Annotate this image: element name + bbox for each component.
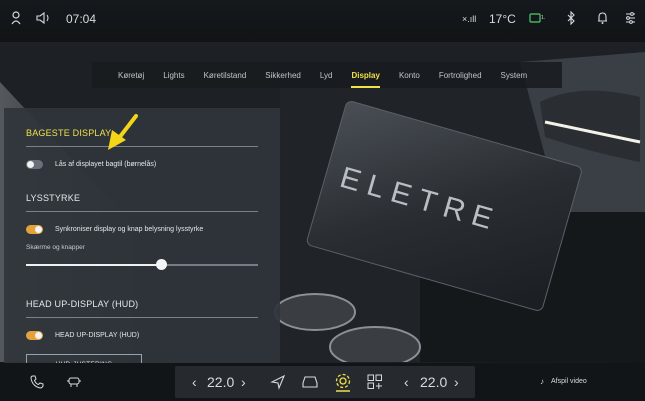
child-lock-toggle[interactable] [26,160,43,169]
toggle-knob [27,161,34,168]
settings-gear-icon[interactable] [334,373,352,398]
volume-icon[interactable] [36,11,52,25]
left-temp-up-icon[interactable]: › [241,374,246,390]
child-lock-row[interactable]: Lås af displayet bagtil (børnelås) [26,160,258,169]
temperature-readout: 17°C [489,12,516,26]
tab-konto[interactable]: Konto [399,71,420,80]
hud-row[interactable]: HEAD UP-DISPLAY (HUD) [26,331,258,340]
tab-lyd[interactable]: Lyd [320,71,333,80]
child-lock-label: Lås af displayet bagtil (børnelås) [55,161,157,168]
left-temperature: 22.0 [207,374,235,390]
person-icon[interactable] [11,11,21,25]
car-seat-icon[interactable] [66,375,82,394]
sync-brightness-toggle[interactable] [26,225,43,234]
toggle-knob [35,226,42,233]
section-divider [26,146,258,147]
screens-buttons-label: Skærme og knapper [26,244,85,251]
sync-brightness-label: Synkroniser display og knap belysning ly… [55,226,204,233]
music-note-icon: ♪ [540,377,544,386]
toggle-knob [35,332,42,339]
tab-lights[interactable]: Lights [163,71,184,80]
phone-icon[interactable] [30,375,44,394]
section-divider [26,317,258,318]
display-settings-panel: BAGESTE DISPLAY Lås af displayet bagtil … [4,108,280,365]
bluetooth-icon[interactable] [567,11,576,25]
slider-thumb[interactable] [155,259,167,270]
right-temp-down-icon[interactable]: ‹ [404,374,409,390]
car-icon[interactable] [302,375,318,394]
settings-tab-bar: Køretøj Lights Køretilstand Sikkerhed Ly… [92,62,562,88]
right-temp-up-icon[interactable]: › [454,374,459,390]
apps-grid-icon[interactable] [367,374,383,395]
rear-display-heading: BAGESTE DISPLAY [26,128,112,138]
bell-icon[interactable] [597,11,608,25]
cloud-icon: 1.5 [529,12,545,24]
settings-sliders-icon[interactable] [625,11,636,25]
sync-brightness-row[interactable]: Synkroniser display og knap belysning ly… [26,225,258,234]
play-video-label[interactable]: Afspil video [551,378,587,385]
svg-text:1.5: 1.5 [541,15,545,21]
brightness-heading: LYSSTYRKE [26,193,81,203]
slider-fill [26,264,161,266]
tab-koeretoej[interactable]: Køretøj [118,71,144,80]
right-temperature: 22.0 [420,374,448,390]
tab-display[interactable]: Display [351,71,381,88]
hud-label: HEAD UP-DISPLAY (HUD) [55,332,140,339]
brightness-slider[interactable] [26,259,258,271]
signal-icon: ×.ıll [462,14,477,24]
left-temp-down-icon[interactable]: ‹ [192,374,197,390]
tab-sikkerhed[interactable]: Sikkerhed [265,71,301,80]
tab-system[interactable]: System [501,71,528,80]
section-divider [26,211,258,212]
screen: ELETRE 07:04 ×.ıll 17°C 1.5 Køretøj Ligh… [0,0,645,401]
clock-time: 07:04 [66,12,97,26]
navigation-icon[interactable] [270,374,286,395]
tab-koeretilstand[interactable]: Køretilstand [204,71,247,80]
hud-heading: HEAD UP-DISPLAY (HUD) [26,299,139,309]
status-bar [0,0,645,42]
tab-fortrolighed[interactable]: Fortrolighed [439,71,482,80]
hud-toggle[interactable] [26,331,43,340]
